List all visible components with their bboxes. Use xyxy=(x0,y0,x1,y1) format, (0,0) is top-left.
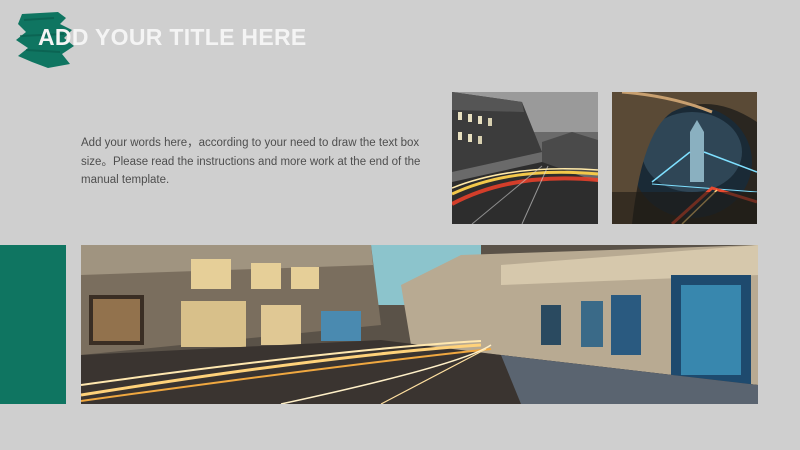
slide: ADD YOUR TITLE HERE Add your words here，… xyxy=(0,0,800,450)
tower-bridge-photo xyxy=(612,92,757,224)
accent-bar xyxy=(0,245,66,404)
body-text: Add your words here，according to your ne… xyxy=(81,137,421,186)
regent-street-panorama-photo xyxy=(81,245,758,404)
slide-title: ADD YOUR TITLE HERE xyxy=(38,24,307,50)
street-light-trails-photo xyxy=(452,92,598,224)
